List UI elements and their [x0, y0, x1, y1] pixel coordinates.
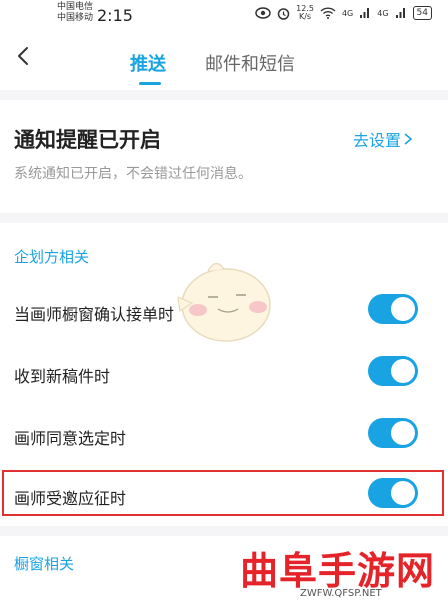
toggle-label-new-draft: 收到新稿件时 — [14, 367, 111, 386]
carrier-2: 中国移动 — [57, 13, 94, 23]
alarm-icon — [277, 7, 290, 20]
network-type-2: 4G — [377, 8, 389, 18]
network-type-1: 4G — [341, 8, 354, 18]
status-icons: 12.5 K/s 4G 4G 54 — [255, 5, 432, 21]
tab-push[interactable]: 推送 — [130, 50, 166, 76]
section-divider — [0, 526, 448, 536]
status-time: 2:15 — [97, 6, 133, 25]
back-arrow-icon[interactable] — [12, 44, 36, 68]
section-label-client: 企划方相关 — [14, 248, 90, 266]
section-label-window: 橱窗相关 — [14, 555, 75, 573]
signal-icon — [360, 8, 370, 18]
carrier-1: 中国电信 — [57, 2, 94, 12]
goto-settings-label: 去设置 — [353, 131, 402, 150]
active-tab-indicator — [139, 82, 161, 85]
carrier-info: 中国电信 中国移动 — [57, 2, 93, 24]
wifi-icon — [320, 7, 336, 19]
toggle-knob — [391, 297, 415, 321]
toggle-label-artist-invited: 画师受邀应征时 — [14, 489, 127, 508]
battery-indicator: 54 — [412, 6, 432, 20]
watermark-url: ZWFW.QFSP.NET — [300, 588, 382, 599]
toggle-knob — [391, 359, 415, 383]
tab-mail-sms[interactable]: 邮件和短信 — [205, 50, 295, 76]
notification-status-title: 通知提醒已开启 — [14, 128, 161, 152]
section-divider — [0, 213, 448, 223]
section-divider — [0, 90, 448, 100]
chevron-right-icon — [404, 133, 413, 145]
status-bar: 中国电信 中国移动 2:15 12.5 K/s 4G 4G 54 — [0, 0, 448, 30]
top-nav: 推送 邮件和短信 — [0, 30, 448, 90]
watermark-logo: 曲阜手游网 — [240, 548, 436, 593]
net-speed: 12.5 K/s — [296, 5, 314, 21]
toggle-window-accept[interactable] — [368, 294, 418, 324]
goto-settings-link[interactable]: 去设置 — [353, 127, 415, 151]
eye-icon — [255, 7, 271, 19]
toggle-artist-invited[interactable] — [368, 478, 418, 508]
toggle-new-draft[interactable] — [368, 356, 418, 386]
toggle-label-artist-agree: 画师同意选定时 — [14, 429, 127, 448]
toggle-knob — [391, 421, 415, 445]
toggle-label-window-accept: 当画师橱窗确认接单时 — [14, 305, 175, 324]
speed-unit: K/s — [298, 12, 312, 21]
toggle-knob — [391, 481, 415, 505]
signal-icon-2 — [395, 8, 405, 18]
mascot-image — [177, 262, 271, 342]
notification-description: 系统通知已开启，不会错过任何消息。 — [14, 166, 252, 182]
toggle-artist-agree[interactable] — [368, 418, 418, 448]
